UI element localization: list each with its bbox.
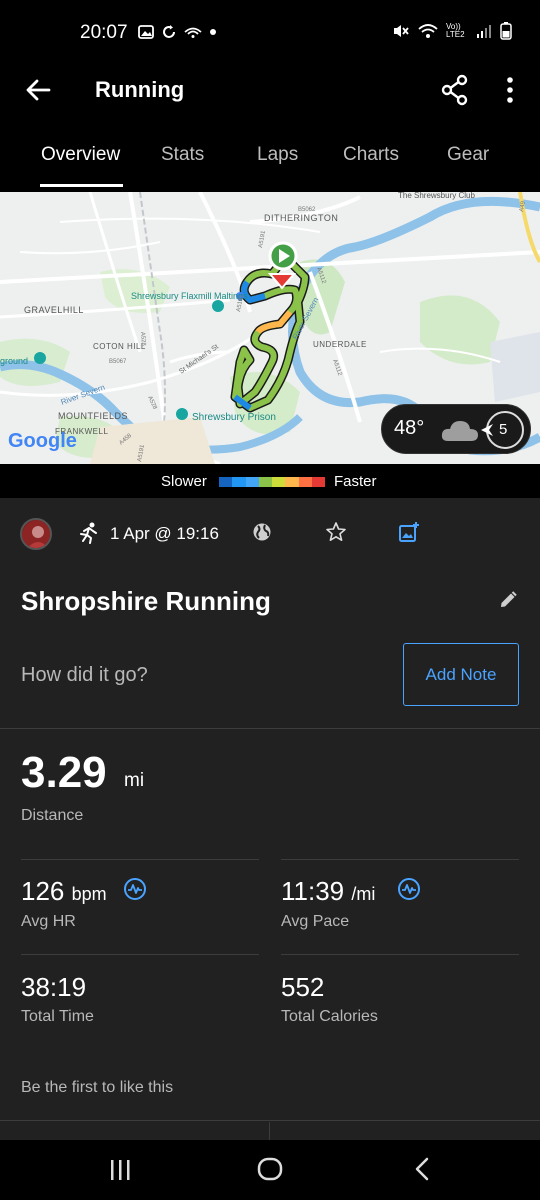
legend-slower-label: Slower [161,473,207,490]
app-bar: Running [0,62,540,120]
avg-pace-label: Avg Pace [281,913,350,930]
map-label-gravelhill: GRAVELHILL [24,305,84,315]
avg-pace-unit: /mi [351,884,376,904]
tab-bar: Overview Stats Laps Charts Gear [0,128,540,188]
pace-swatch [258,477,272,487]
page-title: Running [95,77,185,102]
share-icon[interactable] [440,74,470,106]
star-favorite-icon[interactable] [325,521,347,543]
home-icon[interactable] [257,1156,283,1182]
running-icon [80,522,97,544]
map-label-flaxmill: Shrewsbury Flaxmill Maltings [131,291,248,301]
likes-text[interactable]: Be the first to like this [21,1079,173,1097]
total-calories-value: 552 [281,972,325,1002]
divider [281,954,519,955]
location-icon [184,27,202,38]
back-nav-icon[interactable] [412,1157,432,1181]
status-time: 20:07 [80,22,128,43]
divider [0,728,540,729]
distance-unit: mi [124,770,145,791]
legend-faster-label: Faster [334,473,377,490]
weather-badge: 48° 5 [381,404,531,454]
map-label-playground: ground [0,356,28,366]
divider [21,859,259,860]
add-photo-icon[interactable] [398,521,420,543]
tab-charts[interactable]: Charts [343,144,399,166]
edit-pencil-icon[interactable] [498,590,518,610]
divider [269,1122,270,1140]
avg-hr-unit: bpm [71,884,107,904]
battery-icon [500,22,512,40]
add-note-button[interactable]: Add Note [403,643,519,706]
divider [0,1120,540,1121]
avg-pace-stat: 11:39 /mi [281,876,375,907]
tab-laps[interactable]: Laps [257,144,298,166]
road-label-a528-north: A528 [139,332,146,347]
wifi-icon [418,24,438,38]
avg-hr-label: Avg HR [21,913,76,930]
avg-hr-value: 126 [21,876,65,906]
dot-icon [210,29,216,35]
sync-icon [163,25,175,38]
pace-chart-icon[interactable] [397,877,421,901]
signal-icon [477,25,491,38]
pace-swatch [232,477,246,487]
total-calories-label: Total Calories [281,1008,378,1025]
total-time-value: 38:19 [21,972,87,1002]
road-label-a49: A49 [519,200,527,212]
cloud-icon [441,421,478,441]
total-time-label: Total Time [21,1008,94,1025]
map-label-shrewsbury-club: The Shrewsbury Club [398,192,475,200]
road-label-b5062: B5062 [298,207,316,213]
weather-temperature: 48° [394,417,425,439]
map-label-underdale: UNDERDALE [313,340,367,349]
pace-swatch [298,477,312,487]
system-icons: Vo)) LTE2 [392,22,512,40]
google-attribution: Google [8,430,77,452]
wind-speed: 5 [499,421,508,438]
divider [281,859,519,860]
map-label-coton-hill: COTON HILL [93,342,146,351]
bottom-actions-strip [0,1122,540,1140]
map-label-mountfields: MOUNTFIELDS [58,411,128,421]
pace-swatch [285,477,299,487]
more-options-icon[interactable] [500,74,520,106]
distance-value: 3.29 [21,748,107,797]
pace-swatch [272,477,286,487]
recent-apps-icon[interactable] [108,1158,132,1182]
map-label-ditherington: DITHERINGTON [264,213,338,223]
avg-hr-stat: 126 bpm [21,876,107,907]
tab-overview[interactable]: Overview [41,144,120,166]
road-label-b5067: B5067 [109,359,127,365]
tab-gear[interactable]: Gear [447,144,489,166]
system-nav-bar [0,1140,540,1200]
note-prompt: How did it go? [21,664,148,686]
notification-icons [138,24,217,40]
pace-swatch [311,477,325,487]
road-label-a5191-north: A5191 [258,230,267,249]
activity-meta-row: 1 Apr @ 19:16 [20,516,520,552]
network-label: Vo)) LTE2 [446,22,465,39]
map-label-prison: Shrewsbury Prison [192,412,276,423]
pace-swatch [219,477,233,487]
activity-date: 1 Apr @ 19:16 [110,524,219,543]
back-arrow-icon[interactable] [22,74,54,106]
active-tab-indicator [40,184,123,187]
activity-name: Shropshire Running [21,586,271,616]
road-label-a528-south: A528 [146,395,158,411]
mute-icon [394,25,409,37]
activity-card: 1 Apr @ 19:16 Shropshire Running How did… [0,498,540,1122]
pace-legend: Slower Faster [0,464,540,498]
distance-label: Distance [21,807,84,824]
tab-stats[interactable]: Stats [161,144,204,166]
pace-color-scale [219,477,325,487]
heart-rate-chart-icon[interactable] [123,877,147,901]
pace-swatch [245,477,259,487]
gallery-icon [138,25,154,39]
avg-pace-value: 11:39 [281,876,345,906]
divider [21,954,259,955]
status-bar: 20:07 Vo)) LTE2 [0,0,540,62]
avatar[interactable] [20,518,52,550]
globe-privacy-icon[interactable] [252,522,272,542]
